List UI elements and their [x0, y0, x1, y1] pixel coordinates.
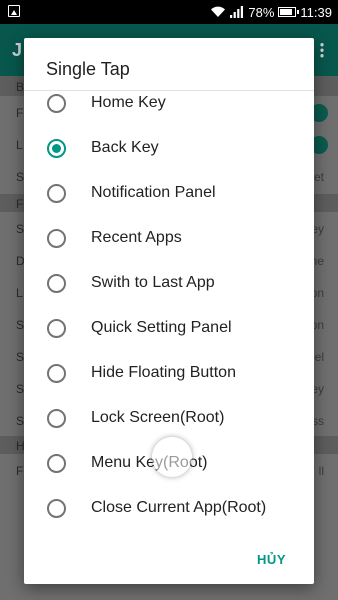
radio-button[interactable]: [47, 454, 66, 473]
touch-indicator: [152, 437, 192, 477]
background-title: J: [12, 40, 23, 60]
radio-button[interactable]: [47, 274, 66, 293]
option-switch-to-last-app[interactable]: Swith to Last App: [24, 262, 314, 307]
status-icons: 78% 11:39: [210, 0, 332, 24]
option-notification-panel[interactable]: Notification Panel: [24, 172, 314, 217]
radio-button[interactable]: [47, 94, 66, 113]
radio-button[interactable]: [47, 409, 66, 428]
option-label: Close Current App(Root): [91, 499, 267, 516]
single-tap-dialog: Single Tap Home Key Back Key Notificatio…: [24, 38, 314, 584]
option-label: Quick Setting Panel: [91, 319, 232, 336]
option-recent-apps[interactable]: Recent Apps: [24, 217, 314, 262]
option-label: Notification Panel: [91, 184, 216, 201]
option-home-key[interactable]: Home Key: [24, 82, 314, 127]
option-label: Swith to Last App: [91, 274, 215, 291]
wifi-icon: [211, 6, 226, 18]
option-label: Hide Floating Button: [91, 364, 236, 381]
radio-button-checked[interactable]: [47, 139, 66, 158]
option-back-key[interactable]: Back Key: [24, 127, 314, 172]
clock: 11:39: [300, 4, 332, 20]
option-lock-screen[interactable]: Lock Screen(Root): [24, 397, 314, 442]
option-close-current-app[interactable]: Close Current App(Root): [24, 487, 314, 532]
radio-button[interactable]: [47, 364, 66, 383]
option-label: Lock Screen(Root): [91, 409, 225, 426]
radio-button[interactable]: [47, 184, 66, 203]
dialog-title: Single Tap: [46, 59, 130, 79]
overflow-menu-icon: [320, 42, 324, 58]
option-label: Home Key: [91, 94, 166, 111]
battery-percent: 78%: [248, 4, 275, 20]
radio-button[interactable]: [47, 229, 66, 248]
option-quick-setting-panel[interactable]: Quick Setting Panel: [24, 307, 314, 352]
option-label: Back Key: [91, 139, 159, 156]
cancel-button[interactable]: HỦY: [257, 552, 286, 567]
image-notification-icon: [8, 5, 20, 17]
option-hide-floating-button[interactable]: Hide Floating Button: [24, 352, 314, 397]
radio-button[interactable]: [47, 319, 66, 338]
signal-icon: [230, 6, 244, 18]
battery-icon: [278, 7, 300, 17]
radio-button[interactable]: [47, 499, 66, 518]
option-label: Recent Apps: [91, 229, 182, 246]
status-bar: 78% 11:39: [0, 0, 338, 24]
